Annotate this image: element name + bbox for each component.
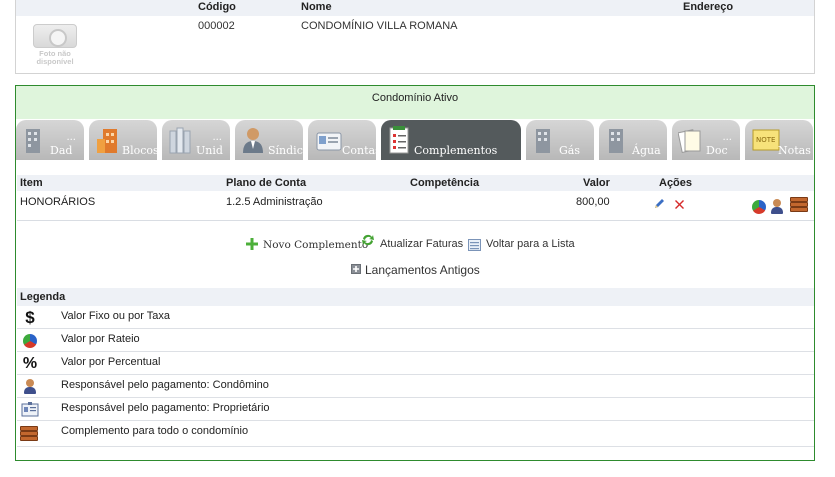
list-icon (468, 239, 481, 251)
th-plano: Plano de Conta (226, 177, 307, 189)
pie-chart-icon (752, 200, 766, 214)
update-invoices-link[interactable]: Atualizar Faturas (380, 238, 463, 250)
tab-documentos[interactable]: Doc ... (672, 120, 740, 160)
legend-item: Valor por Rateio (17, 329, 814, 352)
cell-item: HONORÁRIOS (20, 196, 96, 208)
legend-header (17, 288, 814, 306)
tab-dados-label: Dad (50, 144, 73, 157)
legend-item: $ Valor Fixo ou por Taxa (17, 306, 814, 329)
th-competencia: Competência (410, 177, 480, 189)
tab-complementos[interactable]: Complementos (381, 120, 521, 160)
legend-item: Responsável pelo pagamento: Proprietário (17, 398, 814, 421)
tab-notas-label: Notas (778, 144, 811, 157)
condominium-panel: Condomínio Ativo Dad ... Blocos Unid ...… (15, 85, 815, 461)
checklist-icon (389, 126, 409, 154)
col-nome: Nome (301, 1, 332, 13)
pie-chart-icon (23, 334, 37, 348)
panel-title: Condomínio Ativo (16, 86, 814, 119)
tab-unidades-label: Unid (196, 144, 223, 157)
cell-plano: 1.2.5 Administração (226, 196, 323, 208)
id-card-icon (21, 402, 39, 417)
tab-gas[interactable]: Gás (526, 120, 594, 160)
legend-title: Legenda (20, 291, 66, 303)
tab-unidades[interactable]: Unid ... (162, 120, 230, 160)
expand-plus-icon[interactable] (351, 264, 361, 274)
tab-documentos-label: Doc (706, 144, 728, 157)
person-icon (770, 199, 784, 215)
person-icon (23, 379, 37, 395)
building-icon (26, 129, 40, 153)
tab-complementos-label: Complementos (414, 144, 498, 157)
tab-dados[interactable]: Dad ... (16, 120, 84, 160)
accounts-icon (316, 132, 342, 151)
tab-sindico[interactable]: Síndico (235, 120, 309, 160)
col-codigo: Código (198, 1, 236, 13)
tab-contas-label: Contas (342, 144, 381, 157)
photo-unavailable-text: Foto não disponível (36, 49, 74, 66)
delete-x-icon[interactable] (674, 199, 685, 210)
back-to-list-link[interactable]: Voltar para a Lista (486, 238, 575, 250)
camera-icon (33, 24, 77, 48)
gas-icon (536, 129, 550, 153)
water-icon (609, 129, 623, 153)
svg-text:NOTE: NOTE (756, 136, 775, 144)
tab-sindico-label: Síndico (268, 144, 310, 157)
refresh-icon (362, 234, 374, 246)
th-acoes: Ações (659, 177, 693, 189)
cell-valor: 800,00 (576, 196, 610, 208)
codigo-value: 000002 (198, 20, 235, 32)
tab-blocos-label: Blocos (122, 144, 159, 157)
tab-gas-label: Gás (559, 144, 580, 157)
tab-notas[interactable]: NOTE Notas (745, 120, 813, 160)
tab-bar: Dad ... Blocos Unid ... Síndico Contas C… (16, 120, 814, 161)
photo-placeholder: Foto não disponível (30, 22, 80, 68)
tab-contas[interactable]: Contas (308, 120, 381, 160)
condominium-summary: Código Nome Endereço Foto não disponível… (15, 0, 815, 74)
plus-icon (246, 238, 258, 250)
tab-agua-label: Água (632, 144, 661, 157)
legend-item: Complemento para todo o condomínio (17, 421, 814, 447)
units-icon (169, 127, 191, 154)
tab-blocos[interactable]: Blocos (89, 120, 159, 160)
legend-item: Responsável pelo pagamento: Condômino (17, 375, 814, 398)
manager-icon (243, 128, 263, 153)
edit-pencil-icon[interactable] (653, 198, 665, 210)
row-divider (17, 220, 814, 221)
stack-icon (790, 197, 808, 213)
th-valor: Valor (583, 177, 610, 189)
col-endereco: Endereço (683, 1, 734, 13)
blocks-icon (97, 129, 117, 153)
new-complement-link[interactable]: Novo Complemento (263, 239, 368, 251)
old-entries-link[interactable]: Lançamentos Antigos (365, 263, 480, 277)
stack-icon (20, 426, 38, 442)
documents-icon (678, 129, 701, 154)
tab-agua[interactable]: Água (599, 120, 667, 160)
dollar-icon: $ (25, 308, 35, 327)
note-icon: NOTE (752, 129, 780, 151)
th-item: Item (20, 177, 43, 189)
nome-value: CONDOMÍNIO VILLA ROMANA (301, 20, 458, 32)
percent-icon: % (22, 355, 38, 372)
legend-item: % Valor por Percentual (17, 352, 814, 375)
